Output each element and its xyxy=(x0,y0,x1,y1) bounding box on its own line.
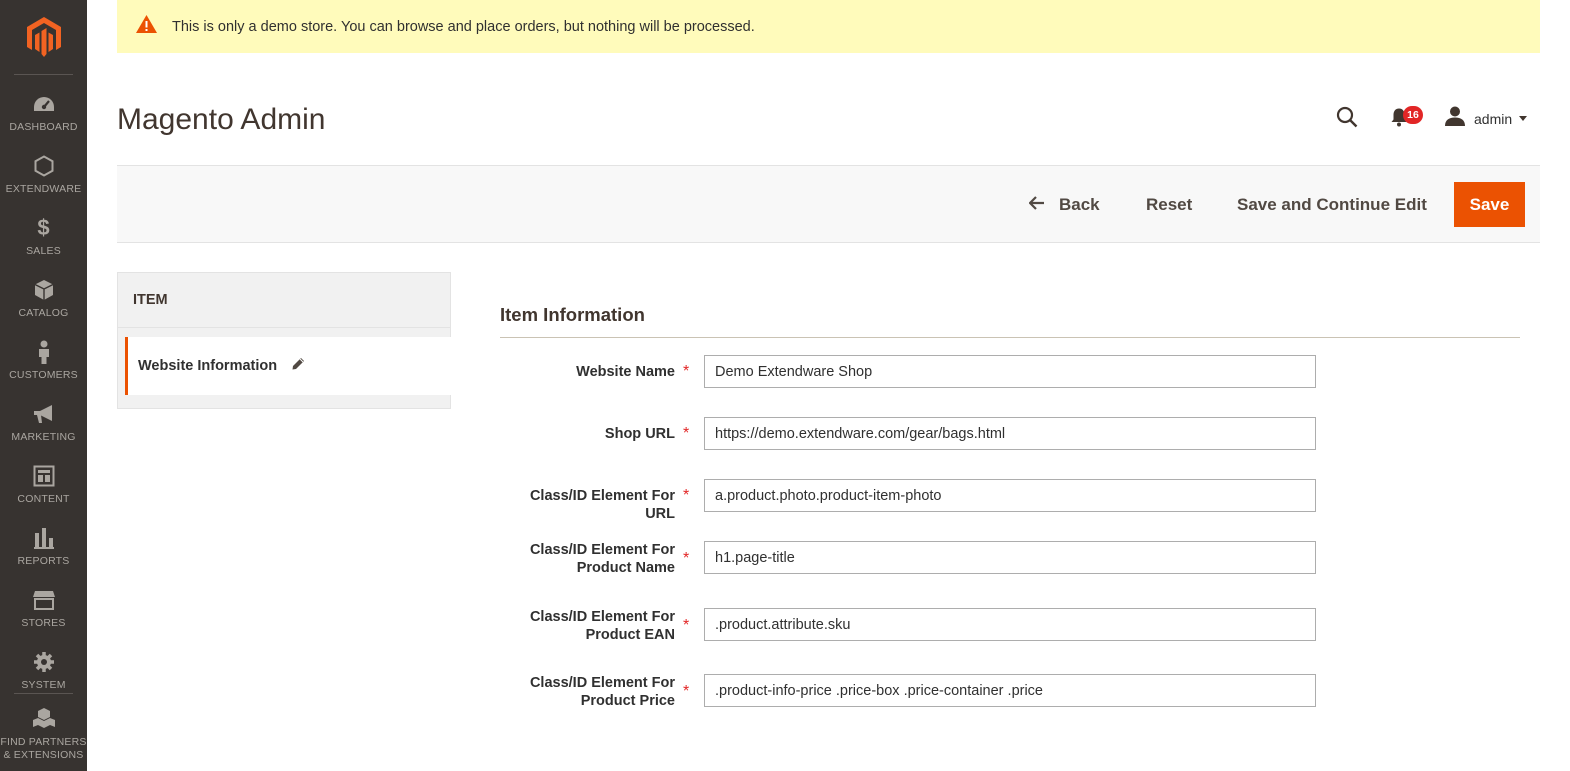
demo-notice: This is only a demo store. You can brows… xyxy=(117,0,1540,53)
page-title: Magento Admin xyxy=(117,103,326,136)
tab-label: Website Information xyxy=(138,358,278,374)
sidebar-item-label: CATALOG xyxy=(18,307,69,319)
notifications-badge[interactable]: 16 xyxy=(1403,106,1423,124)
sidebar-item-find-partners[interactable]: FIND PARTNERS & EXTENSIONS xyxy=(0,700,87,766)
sidebar-item-label: MARKETING xyxy=(11,431,76,443)
back-button[interactable]: Back xyxy=(1028,182,1100,227)
url-element-input[interactable] xyxy=(704,479,1316,512)
sidebar-item-label-line2: & EXTENSIONS xyxy=(3,749,84,761)
sidebar-item-system[interactable]: SYSTEM xyxy=(0,644,87,706)
item-tabs: ITEM Website Information xyxy=(117,272,451,409)
user-menu[interactable]: admin xyxy=(1444,106,1528,131)
field-label: Website Name xyxy=(500,363,675,381)
arrow-left-icon xyxy=(1028,195,1045,215)
sidebar-divider xyxy=(14,74,73,75)
field-label: Class/ID Element For URL xyxy=(500,487,675,523)
field-label-line1: Website Name xyxy=(576,364,675,380)
sidebar-item-label: DASHBOARD xyxy=(9,121,78,133)
search-icon[interactable] xyxy=(1336,106,1358,133)
required-mark: * xyxy=(683,683,690,700)
user-icon xyxy=(1444,106,1466,131)
field-label-line1: Class/ID Element For URL xyxy=(529,488,675,522)
field-label-line2: Product EAN xyxy=(585,627,675,643)
sidebar-item-catalog[interactable]: CATALOG xyxy=(0,272,87,334)
sidebar-item-dashboard[interactable]: DASHBOARD xyxy=(0,86,87,148)
box-icon xyxy=(33,278,55,302)
gear-icon xyxy=(33,650,55,674)
shop-url-input[interactable] xyxy=(704,417,1316,450)
sidebar-item-stores[interactable]: STORES xyxy=(0,582,87,644)
demo-notice-text: This is only a demo store. You can brows… xyxy=(172,18,755,35)
sidebar-item-label-line1: FIND PARTNERS xyxy=(0,736,87,748)
back-button-label: Back xyxy=(1059,194,1100,214)
tabs-heading: ITEM xyxy=(118,273,450,328)
required-mark: * xyxy=(683,425,690,442)
sidebar-item-customers[interactable]: CUSTOMERS xyxy=(0,334,87,396)
magento-logo[interactable] xyxy=(0,0,87,74)
field-website-name: Website Name * xyxy=(500,355,1320,389)
megaphone-icon xyxy=(32,402,56,426)
sidebar-item-label: SYSTEM xyxy=(21,679,66,691)
field-label: Class/ID Element For Product Price xyxy=(500,674,675,710)
field-product-price-element: Class/ID Element For Product Price * xyxy=(500,674,1320,714)
field-label-line1: Shop URL xyxy=(604,426,675,442)
section-title: Item Information xyxy=(500,304,645,325)
page-actions-bar: Back Reset Save and Continue Edit Save xyxy=(117,165,1540,243)
sidebar-item-content[interactable]: CONTENT xyxy=(0,458,87,520)
field-label: Class/ID Element For Product EAN xyxy=(500,608,675,644)
sidebar-item-label: SALES xyxy=(26,245,61,257)
field-shop-url: Shop URL * xyxy=(500,417,1320,451)
sidebar-item-marketing[interactable]: MARKETING xyxy=(0,396,87,458)
sidebar-item-label: CUSTOMERS xyxy=(9,369,78,381)
field-product-ean-element: Class/ID Element For Product EAN * xyxy=(500,608,1320,648)
field-label-line1: Class/ID Element For xyxy=(529,675,675,691)
warning-icon xyxy=(135,14,158,39)
website-name-input[interactable] xyxy=(704,355,1316,388)
layout-icon xyxy=(33,464,55,488)
field-label-line2: Product Name xyxy=(576,560,675,576)
user-name: admin xyxy=(1474,110,1513,127)
dollar-icon: $ xyxy=(37,215,50,240)
field-label: Class/ID Element For Product Name xyxy=(500,541,675,577)
pencil-icon xyxy=(291,357,305,376)
store-icon xyxy=(32,588,56,612)
field-label-line2: Product Price xyxy=(580,693,675,709)
cubes-icon xyxy=(32,706,56,730)
tab-website-information[interactable]: Website Information xyxy=(125,337,451,395)
field-product-name-element: Class/ID Element For Product Name * xyxy=(500,541,1320,581)
sidebar-item-label: CONTENT xyxy=(17,493,70,505)
required-mark: * xyxy=(683,617,690,634)
sidebar-item-label: REPORTS xyxy=(17,555,70,567)
save-button[interactable]: Save xyxy=(1454,182,1525,227)
sidebar-item-label: FIND PARTNERS & EXTENSIONS xyxy=(0,736,86,762)
bar-chart-icon xyxy=(33,526,55,550)
sidebar-item-label: STORES xyxy=(21,617,66,629)
product-ean-element-input[interactable] xyxy=(704,608,1316,641)
sidebar-item-extendware[interactable]: EXTENDWARE xyxy=(0,148,87,210)
sidebar-item-reports[interactable]: REPORTS xyxy=(0,520,87,582)
sidebar-item-label: EXTENDWARE xyxy=(5,183,82,195)
required-mark: * xyxy=(683,550,690,567)
section-divider xyxy=(500,337,1520,338)
field-label: Shop URL xyxy=(500,425,675,443)
field-label-line1: Class/ID Element For xyxy=(529,609,675,625)
magento-logo-icon xyxy=(26,17,61,57)
field-label-line1: Class/ID Element For xyxy=(529,542,675,558)
hexagon-icon xyxy=(34,154,54,178)
dashboard-icon xyxy=(32,92,56,116)
sidebar-divider xyxy=(14,693,73,694)
chevron-down-icon xyxy=(1519,116,1528,121)
product-price-element-input[interactable] xyxy=(704,674,1316,707)
product-name-element-input[interactable] xyxy=(704,541,1316,574)
sidebar-item-sales[interactable]: $ SALES xyxy=(0,210,87,272)
admin-sidebar: DASHBOARD EXTENDWARE $ SALES CATALOG CUS… xyxy=(0,0,87,771)
required-mark: * xyxy=(683,363,690,380)
save-and-continue-button[interactable]: Save and Continue Edit xyxy=(1237,182,1427,227)
person-icon xyxy=(37,340,51,364)
required-mark: * xyxy=(683,487,690,504)
field-url-element: Class/ID Element For URL * xyxy=(500,479,1320,522)
reset-button[interactable]: Reset xyxy=(1146,182,1192,227)
